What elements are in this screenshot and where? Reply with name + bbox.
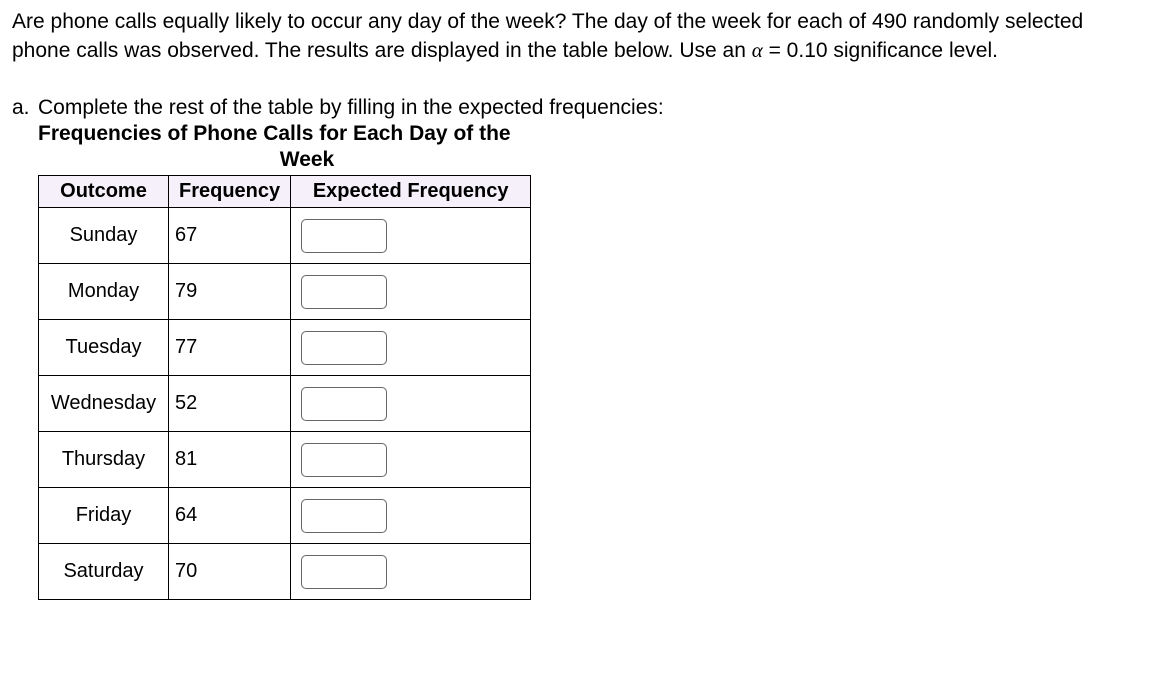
expected-input-monday[interactable] (301, 275, 387, 309)
outcome-cell: Sunday (39, 208, 169, 264)
expected-input-friday[interactable] (301, 499, 387, 533)
table-row: Thursday 81 (39, 432, 531, 488)
header-outcome: Outcome (39, 176, 169, 208)
table-body: Sunday 67 Monday 79 Tuesday 77 Wednesday… (39, 208, 531, 600)
outcome-cell: Saturday (39, 544, 169, 600)
alpha-symbol: α (752, 38, 763, 62)
expected-input-thursday[interactable] (301, 443, 387, 477)
table-row: Monday 79 (39, 264, 531, 320)
table-title-line2: Week (38, 147, 576, 173)
frequency-cell: 77 (169, 320, 291, 376)
outcome-cell: Wednesday (39, 376, 169, 432)
header-frequency: Frequency (169, 176, 291, 208)
table-header-row: Outcome Frequency Expected Frequency (39, 176, 531, 208)
outcome-cell: Thursday (39, 432, 169, 488)
table-row: Sunday 67 (39, 208, 531, 264)
frequency-cell: 52 (169, 376, 291, 432)
table-title-line1: Frequencies of Phone Calls for Each Day … (12, 121, 1146, 147)
table-row: Saturday 70 (39, 544, 531, 600)
expected-cell (291, 264, 531, 320)
frequency-cell: 70 (169, 544, 291, 600)
frequency-cell: 67 (169, 208, 291, 264)
expected-cell (291, 208, 531, 264)
header-expected: Expected Frequency (291, 176, 531, 208)
outcome-cell: Tuesday (39, 320, 169, 376)
intro-text-after: = 0.10 significance level. (763, 39, 998, 62)
outcome-cell: Friday (39, 488, 169, 544)
expected-input-tuesday[interactable] (301, 331, 387, 365)
question-intro: Are phone calls equally likely to occur … (12, 8, 1146, 66)
expected-input-sunday[interactable] (301, 219, 387, 253)
expected-cell (291, 376, 531, 432)
frequency-cell: 64 (169, 488, 291, 544)
expected-cell (291, 544, 531, 600)
table-row: Friday 64 (39, 488, 531, 544)
part-a-instruction: Complete the rest of the table by fillin… (38, 94, 664, 121)
part-a: a. Complete the rest of the table by fil… (12, 94, 1146, 121)
frequency-table: Outcome Frequency Expected Frequency Sun… (38, 175, 531, 600)
frequency-cell: 79 (169, 264, 291, 320)
expected-cell (291, 432, 531, 488)
expected-cell (291, 320, 531, 376)
expected-input-saturday[interactable] (301, 555, 387, 589)
outcome-cell: Monday (39, 264, 169, 320)
part-a-marker: a. (12, 94, 38, 121)
frequency-cell: 81 (169, 432, 291, 488)
expected-input-wednesday[interactable] (301, 387, 387, 421)
expected-cell (291, 488, 531, 544)
table-row: Tuesday 77 (39, 320, 531, 376)
table-row: Wednesday 52 (39, 376, 531, 432)
